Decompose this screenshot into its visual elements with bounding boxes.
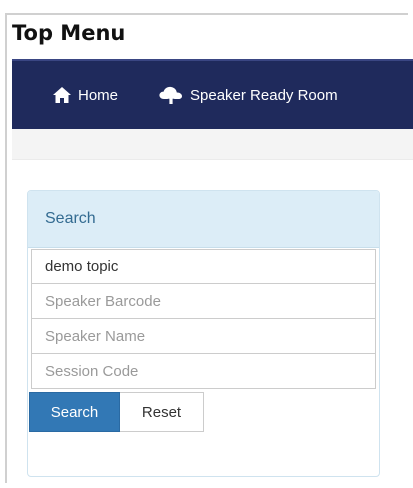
search-panel: Search demo topic Speaker Barcode Speake… <box>27 190 380 477</box>
nav-home-label: Home <box>78 86 119 104</box>
home-icon <box>53 87 71 103</box>
session-code-placeholder: Session Code <box>45 362 139 380</box>
nav-speaker-ready-room-link[interactable]: Speaker Ready Room <box>158 85 338 105</box>
nav-home-link[interactable]: Home <box>52 86 118 104</box>
cloud-upload-icon <box>159 86 183 104</box>
speaker-name-field[interactable]: Speaker Name <box>31 319 376 354</box>
speaker-name-placeholder: Speaker Name <box>45 327 146 345</box>
speaker-barcode-field[interactable]: Speaker Barcode <box>31 284 376 319</box>
top-navbar: Home Speaker Ready Room <box>12 59 413 129</box>
speaker-barcode-placeholder: Speaker Barcode <box>45 292 161 310</box>
nav-speaker-ready-room-label: Speaker Ready Room <box>190 86 338 104</box>
session-code-field[interactable]: Session Code <box>31 354 376 389</box>
subheader-strip <box>12 129 413 160</box>
search-panel-heading: Search <box>28 191 379 248</box>
page-title: Top Menu <box>12 21 126 45</box>
search-button[interactable]: Search <box>29 392 120 432</box>
search-button-row: Search Reset <box>29 392 379 432</box>
topic-field-value: demo topic <box>45 258 119 275</box>
topic-field[interactable]: demo topic <box>31 249 376 284</box>
reset-button[interactable]: Reset <box>120 392 204 432</box>
